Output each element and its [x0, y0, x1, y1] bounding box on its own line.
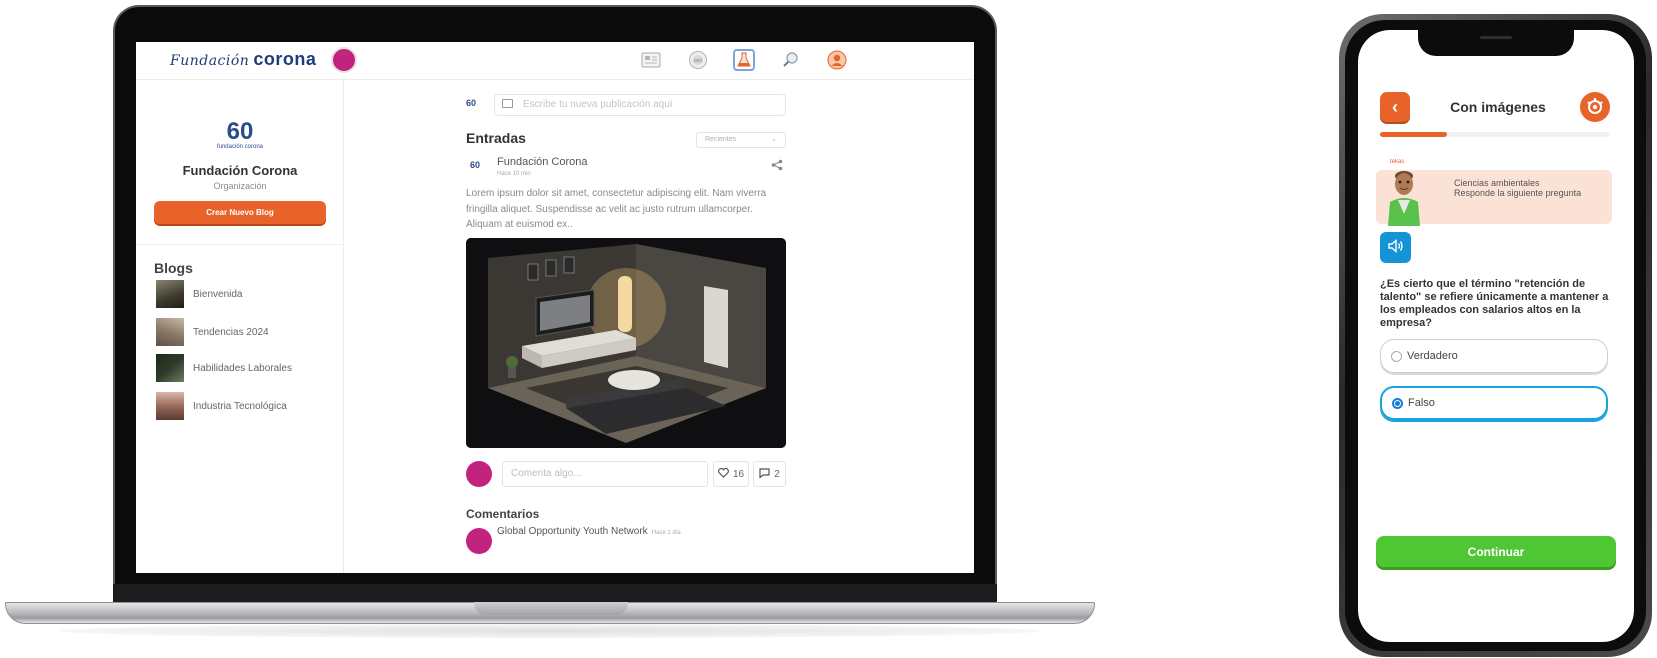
comment-item: Global Opportunity Youth Network Hace 1 d… — [466, 526, 786, 554]
post-image[interactable] — [466, 238, 786, 448]
post-composer: 60 Escribe tu nueva publicación aquí — [466, 94, 786, 116]
like-button[interactable]: 16 — [713, 461, 749, 487]
feed-icon[interactable] — [640, 49, 662, 71]
comment-avatar — [466, 528, 492, 554]
org-logo-number: 60 — [226, 118, 254, 145]
option-verdadero[interactable]: Verdadero — [1380, 339, 1608, 373]
app-header: Fundación corona ooo — [136, 42, 974, 80]
option-label: Falso — [1408, 397, 1435, 409]
sidebar-item-bienvenida[interactable]: Bienvenida — [156, 280, 336, 308]
org-logo-caption: fundación corona — [216, 144, 264, 150]
entries-title: Entradas — [466, 130, 526, 146]
lab-flask-icon[interactable] — [733, 49, 755, 71]
comment-time: Hace 1 día — [651, 530, 681, 536]
app-logo-icon[interactable] — [1580, 92, 1610, 122]
audio-button[interactable] — [1380, 232, 1411, 263]
option-label: Verdadero — [1407, 350, 1458, 362]
speaker-icon — [1387, 238, 1404, 256]
new-post-input[interactable]: Escribe tu nueva publicación aquí — [494, 94, 786, 116]
laptop-shadow — [60, 624, 1040, 638]
org-logo: 60 fundación corona — [214, 120, 266, 156]
laptop-screen: Fundación corona ooo 60 fundación corona … — [136, 42, 974, 573]
radio-button-selected[interactable] — [1392, 397, 1403, 409]
sidebar-item-tendencias[interactable]: Tendencias 2024 — [156, 318, 336, 346]
sidebar-item-habilidades[interactable]: Habilidades Laborales — [156, 354, 336, 382]
post-body: Lorem ipsum dolor sit amet, consectetur … — [466, 188, 767, 230]
search-icon[interactable] — [780, 49, 802, 71]
post-author[interactable]: Fundación Corona — [497, 156, 588, 168]
post-org-logo: 60 — [470, 160, 481, 170]
blog-thumbnail — [156, 392, 184, 420]
blog-label: Habilidades Laborales — [193, 362, 292, 374]
laptop-hinge-notch — [474, 602, 628, 615]
post-time: Hace 10 min — [497, 171, 531, 177]
composer-org-logo: 60 — [466, 98, 477, 108]
comments-title: Comentarios — [466, 507, 540, 521]
chevron-left-icon: ‹ — [1392, 96, 1398, 117]
blog-thumbnail — [156, 318, 184, 346]
create-blog-button[interactable]: Crear Nuevo Blog — [154, 201, 326, 224]
user-avatar[interactable] — [331, 47, 357, 73]
commenter-avatar — [466, 461, 492, 487]
comment-author[interactable]: Global Opportunity Youth Network — [497, 526, 648, 537]
comment-count: 2 — [774, 468, 780, 480]
mascot-avatar: tekas — [1380, 154, 1432, 226]
brand-script: Fundación — [170, 53, 250, 69]
share-icon[interactable] — [771, 159, 783, 174]
blogs-title: Blogs — [154, 260, 193, 276]
blog-label: Bienvenida — [193, 288, 243, 300]
back-button[interactable]: ‹ — [1380, 92, 1410, 122]
organization-card: 60 fundación corona Fundación Corona Org… — [136, 80, 344, 245]
org-name: Fundación Corona — [182, 163, 298, 178]
subject-name: Ciencias ambientales — [1454, 178, 1540, 188]
question-text: ¿Es cierto que el término "retención de … — [1380, 278, 1609, 329]
svg-text:ooo: ooo — [694, 58, 703, 64]
phone-screen: ‹ Con imágenes tekas Ciencias ambientale… — [1358, 30, 1634, 642]
sidebar-item-industria[interactable]: Industria Tecnológica — [156, 392, 336, 420]
comment-input[interactable]: Comenta algo... — [502, 461, 708, 487]
phone-speaker — [1480, 36, 1512, 39]
comment-row: Comenta algo... 16 2 — [466, 461, 786, 487]
comment-author-line: Global Opportunity Youth Network Hace 1 d… — [497, 526, 681, 537]
heart-icon — [717, 467, 729, 481]
chevron-down-icon: ⌄ — [771, 136, 777, 143]
radio-button[interactable] — [1391, 350, 1402, 362]
blog-thumbnail — [156, 280, 184, 308]
sort-select[interactable]: Recientes ⌄ — [696, 132, 786, 148]
continue-button[interactable]: Continuar — [1376, 536, 1616, 567]
image-icon — [502, 99, 513, 108]
sidebar: 60 fundación corona Fundación Corona Org… — [136, 80, 344, 573]
like-count: 16 — [732, 468, 745, 480]
progress-bar — [1380, 132, 1610, 137]
subject-instruction: Responde la siguiente pregunta — [1454, 188, 1582, 198]
blog-label: Tendencias 2024 — [193, 326, 269, 338]
blog-thumbnail — [156, 354, 184, 382]
comment-icon — [759, 467, 770, 481]
option-falso[interactable]: Falso — [1380, 386, 1608, 420]
sort-value: Recientes — [705, 136, 737, 143]
progress-fill — [1380, 132, 1447, 137]
brand-logo[interactable]: Fundación corona — [170, 49, 316, 70]
comments-button[interactable]: 2 — [753, 461, 786, 487]
profile-icon[interactable] — [826, 49, 848, 71]
brand-name: corona — [253, 49, 317, 69]
quiz-title: Con imágenes — [1450, 99, 1546, 115]
blog-label: Industria Tecnológica — [193, 400, 287, 412]
mascot-tag: tekas — [1390, 159, 1404, 165]
org-type: Organización — [213, 181, 267, 191]
chat-icon[interactable]: ooo — [687, 49, 709, 71]
